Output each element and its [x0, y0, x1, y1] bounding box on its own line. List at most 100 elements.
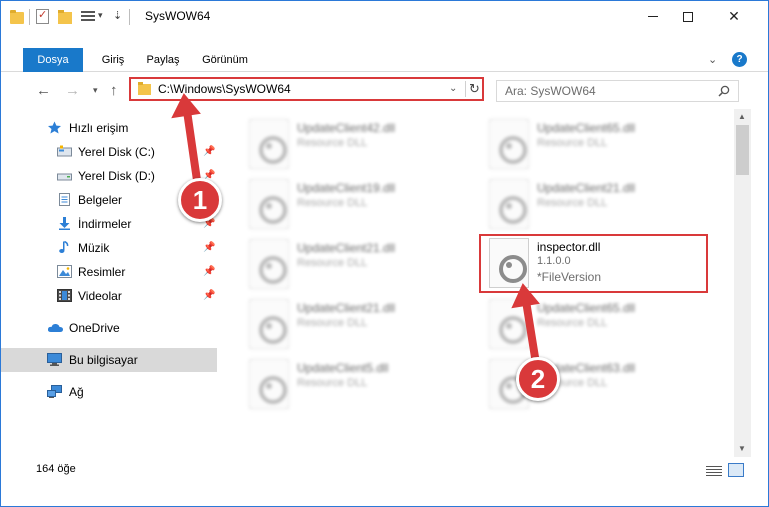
quick-access-separator	[29, 9, 30, 25]
nav-item-pictures[interactable]: Resimler 📌	[1, 260, 217, 284]
view-icon[interactable]	[81, 10, 95, 23]
documents-icon	[59, 193, 70, 206]
dll-file-icon	[489, 299, 529, 349]
dll-file-icon	[489, 179, 529, 229]
vertical-scrollbar[interactable]: ▲ ▼	[734, 109, 751, 457]
back-arrow-icon[interactable]: ←	[36, 82, 51, 99]
window-title: SysWOW64	[145, 9, 211, 23]
tab-home[interactable]: Giriş	[93, 48, 133, 72]
address-dropdown-icon[interactable]: ⌄	[449, 83, 457, 94]
file-description: Resource DLL	[537, 317, 608, 329]
search-icon[interactable]	[718, 85, 730, 97]
close-icon: ✕	[728, 8, 740, 24]
tab-share[interactable]: Paylaş	[144, 48, 182, 72]
dll-file-icon	[249, 299, 289, 349]
file-description: Resource DLL	[297, 257, 368, 269]
nav-onedrive[interactable]: OneDrive	[1, 316, 217, 340]
item-count: 164 öğe	[36, 463, 76, 475]
up-arrow-icon[interactable]: ↑	[110, 82, 118, 99]
navigation-pane: Hızlı erişim Yerel Disk (C:) 📌 Yerel Dis…	[1, 109, 217, 457]
file-name: UpdateClient19.dll	[297, 181, 396, 195]
pin-icon[interactable]: 📌	[203, 242, 215, 253]
refresh-icon[interactable]: ↻	[465, 81, 481, 97]
address-path[interactable]: C:\Windows\SysWOW64	[158, 82, 291, 96]
nav-label: Videolar	[78, 289, 122, 303]
pin-icon[interactable]: 📌	[203, 146, 215, 157]
address-bar[interactable]: C:\Windows\SysWOW64 ⌄ ↻	[129, 77, 484, 101]
file-description: Resource DLL	[297, 197, 368, 209]
pictures-icon	[57, 265, 72, 278]
file-tile[interactable]: UpdateClient21.dll Resource DLL	[239, 295, 469, 353]
file-tile[interactable]: UpdateClient21.dll Resource DLL	[239, 235, 469, 293]
file-description: Resource DLL	[297, 377, 368, 389]
expand-ribbon-icon[interactable]: ⌄	[708, 53, 717, 66]
file-tile[interactable]: UpdateClient5.dll Resource DLL	[239, 355, 469, 413]
help-button[interactable]: ?	[732, 52, 747, 67]
pin-icon[interactable]: 📌	[203, 266, 215, 277]
new-folder-icon[interactable]	[58, 10, 72, 24]
maximize-button[interactable]	[665, 1, 711, 32]
details-view-icon[interactable]	[706, 465, 722, 476]
properties-icon[interactable]	[36, 8, 49, 24]
nav-item-videos[interactable]: Videolar 📌	[1, 284, 217, 308]
nav-label: Ağ	[69, 385, 84, 399]
file-description: Resource DLL	[297, 317, 368, 329]
nav-this-pc[interactable]: Bu bilgisayar	[1, 348, 217, 372]
download-icon	[59, 217, 70, 230]
dll-file-icon	[249, 179, 289, 229]
drive-icon	[57, 145, 72, 157]
cloud-icon	[47, 323, 63, 332]
nav-quick-access[interactable]: Hızlı erişim	[1, 116, 217, 140]
computer-icon	[47, 353, 62, 366]
close-button[interactable]: ✕	[711, 1, 757, 32]
dll-file-icon	[249, 239, 289, 289]
nav-label: Bu bilgisayar	[69, 353, 138, 367]
file-tile[interactable]: UpdateClient65.dll Resource DLL	[479, 295, 709, 353]
status-bar: 164 öğe	[1, 457, 768, 483]
tab-view[interactable]: Görünüm	[200, 48, 250, 72]
maximize-icon	[683, 11, 693, 22]
navigation-bar: ← → ▾ ↑ C:\Windows\SysWOW64 ⌄ ↻ Ara: Sys…	[1, 72, 768, 109]
file-list: UpdateClient42.dll Resource DLL UpdateCl…	[217, 109, 734, 457]
file-name: UpdateClient65.dll	[537, 121, 636, 135]
dll-file-icon	[489, 119, 529, 169]
file-tile[interactable]: UpdateClient65.dll Resource DLL	[479, 115, 709, 173]
forward-arrow-icon[interactable]: →	[65, 82, 80, 99]
search-box[interactable]: Ara: SysWOW64	[496, 80, 739, 102]
dll-file-icon	[249, 359, 289, 409]
minimize-icon	[648, 16, 658, 17]
nav-item-disk-c[interactable]: Yerel Disk (C:) 📌	[1, 140, 217, 164]
nav-label: İndirmeler	[78, 217, 132, 231]
highlight-box-file	[479, 234, 708, 293]
nav-network[interactable]: Ağ	[1, 380, 217, 404]
file-tile[interactable]: UpdateClient63.dll Resource DLL	[479, 355, 709, 413]
star-icon	[48, 121, 61, 134]
nav-label: Hızlı erişim	[69, 121, 129, 135]
title-bar: ▾ ⇣ SysWOW64 ✕	[1, 1, 768, 32]
nav-label: Yerel Disk (D:)	[78, 169, 155, 183]
file-name: UpdateClient21.dll	[537, 181, 636, 195]
music-icon	[59, 241, 69, 253]
file-tile[interactable]: UpdateClient42.dll Resource DLL	[239, 115, 469, 173]
step-badge-1: 1	[178, 178, 222, 222]
tab-file[interactable]: Dosya	[23, 48, 83, 72]
nav-item-music[interactable]: Müzik 📌	[1, 236, 217, 260]
scroll-thumb[interactable]	[736, 125, 749, 175]
customize-dropdown-icon[interactable]: ⇣	[113, 9, 122, 22]
pin-icon[interactable]: 📌	[203, 290, 215, 301]
search-placeholder[interactable]: Ara: SysWOW64	[505, 84, 596, 98]
scroll-down-icon[interactable]: ▼	[738, 444, 746, 453]
recent-locations-icon[interactable]: ▾	[93, 85, 98, 96]
network-icon	[47, 385, 62, 398]
file-tile[interactable]: UpdateClient21.dll Resource DLL	[479, 175, 709, 233]
folder-icon	[10, 10, 24, 24]
nav-label: OneDrive	[69, 321, 120, 335]
drive-icon	[57, 173, 72, 181]
explorer-window: ▾ ⇣ SysWOW64 ✕ Dosya Giriş Paylaş Görünü…	[0, 0, 769, 507]
nav-label: Müzik	[78, 241, 110, 255]
scroll-up-icon[interactable]: ▲	[738, 112, 746, 121]
large-icons-view-icon[interactable]	[728, 463, 744, 477]
chevron-down-icon[interactable]: ▾	[98, 10, 103, 21]
file-tile[interactable]: UpdateClient19.dll Resource DLL	[239, 175, 469, 233]
nav-label: Yerel Disk (C:)	[78, 145, 155, 159]
